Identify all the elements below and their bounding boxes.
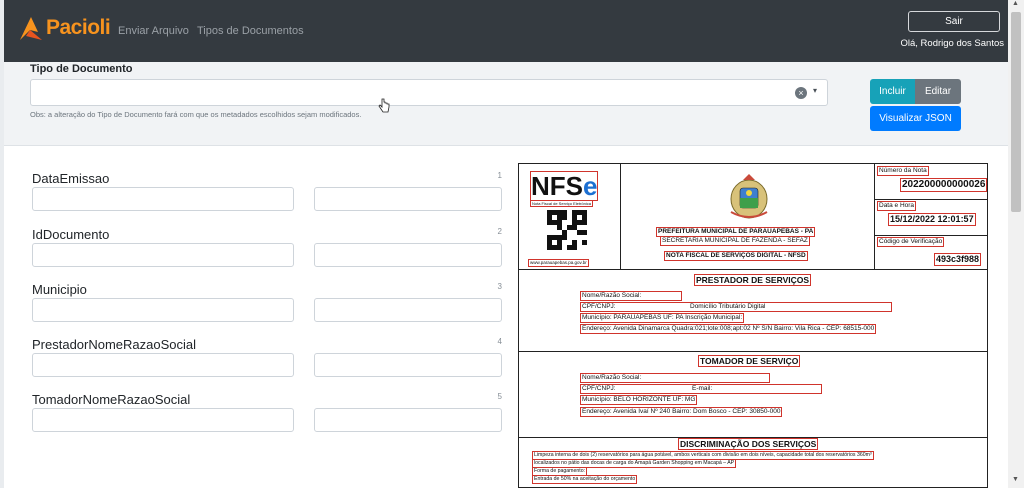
numero-value: 202200000000026 bbox=[899, 178, 987, 192]
nav-enviar-arquivo[interactable]: Enviar Arquivo bbox=[118, 25, 189, 37]
field-index: 2 bbox=[497, 227, 502, 236]
field-value-input[interactable] bbox=[314, 353, 502, 377]
scroll-down-icon[interactable]: ▼ bbox=[1012, 476, 1019, 483]
doctype-select[interactable]: × ▾ bbox=[30, 79, 828, 106]
hand-cursor-icon bbox=[378, 98, 390, 113]
logout-button[interactable]: Sair bbox=[908, 11, 1000, 32]
field-name-input[interactable] bbox=[32, 353, 294, 377]
doctype-label: Tipo de Documento bbox=[30, 63, 133, 75]
doctype-panel: Tipo de Documento × ▾ Obs: a alteração d… bbox=[4, 62, 1008, 146]
discriminacao-title: DISCRIMINAÇÃO DOS SERVIÇOS bbox=[677, 438, 819, 450]
page-scrollbar[interactable]: ▲ ▼ bbox=[1008, 0, 1024, 488]
metadata-fields: DataEmissao 1 IdDocumento 2 Municipio 3 … bbox=[4, 147, 514, 488]
tomador-nome: Nome/Razão Social: bbox=[580, 373, 770, 383]
data-value: 15/12/2022 12:01:57 bbox=[888, 213, 976, 226]
disc-line: Entrada de 50% na aceitação do orçamento bbox=[531, 475, 638, 484]
nfse-logo: NFSe bbox=[529, 171, 599, 201]
field-name-input[interactable] bbox=[32, 187, 294, 211]
field-label: DataEmissao bbox=[32, 171, 110, 186]
prestador-municipio: Município: PARAUAPEBAS UF: PA Inscrição … bbox=[579, 313, 745, 323]
tomador-email: E-mail: bbox=[692, 385, 713, 392]
app-frame: Pacioli Enviar Arquivo Tipos de Document… bbox=[4, 0, 1008, 488]
field-value-input[interactable] bbox=[314, 187, 502, 211]
user-greeting: Olá, Rodrigo dos Santos bbox=[900, 38, 1004, 49]
qr-code-icon bbox=[547, 210, 587, 250]
field-name-input[interactable] bbox=[32, 408, 294, 432]
field-label: PrestadorNomeRazaoSocial bbox=[32, 337, 197, 352]
prestador-endereco: Endereço: Avenida Dinamarca Quadra:021;l… bbox=[579, 324, 877, 334]
field-label: IdDocumento bbox=[32, 227, 110, 242]
field-data-emissao: DataEmissao 1 bbox=[32, 171, 502, 227]
field-label: Municipio bbox=[32, 282, 87, 297]
qr-caption: www.parauapebas.pa.gov.br bbox=[528, 259, 589, 267]
view-json-button[interactable]: Visualizar JSON bbox=[870, 106, 961, 131]
disc-line: Limpeza interna de dois (2) reservatório… bbox=[532, 451, 874, 460]
scrollbar-thumb[interactable] bbox=[1011, 12, 1021, 212]
prefeitura-name: PREFEITURA MUNICIPAL DE PARAUAPEBAS - PA bbox=[655, 227, 816, 237]
scroll-up-icon[interactable]: ▲ bbox=[1012, 0, 1019, 7]
field-name-input[interactable] bbox=[32, 298, 294, 322]
field-value-input[interactable] bbox=[314, 298, 502, 322]
add-button[interactable]: Incluir bbox=[870, 79, 915, 104]
field-municipio: Municipio 3 bbox=[32, 282, 502, 338]
secretaria-name: SECRETARIA MUNICIPAL DE FAZENDA - SEFAZ bbox=[660, 236, 810, 246]
data-label: Data e Hora bbox=[876, 201, 917, 211]
field-value-input[interactable] bbox=[314, 408, 502, 432]
tomador-endereco: Endereço: Avenida Ivaí Nº 240 Bairro: Do… bbox=[579, 407, 783, 417]
codigo-label: Código de Verificação bbox=[876, 237, 945, 247]
logo-subtitle: Nota Fiscal de Serviço Eletrônica bbox=[530, 200, 593, 207]
disc-line: localizados no pátio das docas de carga … bbox=[531, 459, 737, 468]
field-name-input[interactable] bbox=[32, 243, 294, 267]
prestador-domicilio: Domicílio Tributário Digital bbox=[690, 303, 766, 310]
tomador-title: TOMADOR DE SERVIÇO bbox=[697, 355, 801, 367]
edit-button[interactable]: Editar bbox=[915, 79, 961, 104]
field-value-input[interactable] bbox=[314, 243, 502, 267]
tomador-municipio: Município: BELO HORIZONTE UF: MG bbox=[579, 395, 698, 405]
field-tomador: TomadorNomeRazaoSocial 5 bbox=[32, 392, 502, 448]
prestador-title: PRESTADOR DE SERVIÇOS bbox=[693, 274, 812, 286]
field-prestador: PrestadorNomeRazaoSocial 4 bbox=[32, 337, 502, 393]
field-index: 1 bbox=[497, 171, 502, 180]
nav-tipos-documentos[interactable]: Tipos de Documentos bbox=[197, 25, 304, 37]
field-index: 4 bbox=[497, 337, 502, 346]
field-index: 3 bbox=[497, 282, 502, 291]
chevron-down-icon[interactable]: ▾ bbox=[813, 86, 817, 95]
nota-title: NOTA FISCAL DE SERVIÇOS DIGITAL - NFSD bbox=[664, 251, 808, 261]
brand-name[interactable]: Pacioli bbox=[46, 16, 111, 40]
document-preview: NFSe Nota Fiscal de Serviço Eletrônica w… bbox=[518, 163, 988, 488]
field-label: TomadorNomeRazaoSocial bbox=[32, 392, 191, 407]
field-index: 5 bbox=[497, 392, 502, 401]
disc-line: Forma de pagamento: bbox=[531, 467, 588, 476]
navbar: Pacioli Enviar Arquivo Tipos de Document… bbox=[4, 0, 1008, 62]
field-id-documento: IdDocumento 2 bbox=[32, 227, 502, 283]
pacioli-logo-icon bbox=[20, 17, 42, 40]
numero-label: Número da Nota bbox=[877, 166, 929, 176]
coat-of-arms-icon bbox=[730, 174, 768, 219]
prestador-nome: Nome/Razão Social: bbox=[580, 291, 682, 301]
codigo-value: 493c3f988 bbox=[933, 253, 982, 266]
clear-icon[interactable]: × bbox=[795, 87, 807, 99]
doctype-note: Obs: a alteração do Tipo de Documento fa… bbox=[30, 110, 362, 119]
